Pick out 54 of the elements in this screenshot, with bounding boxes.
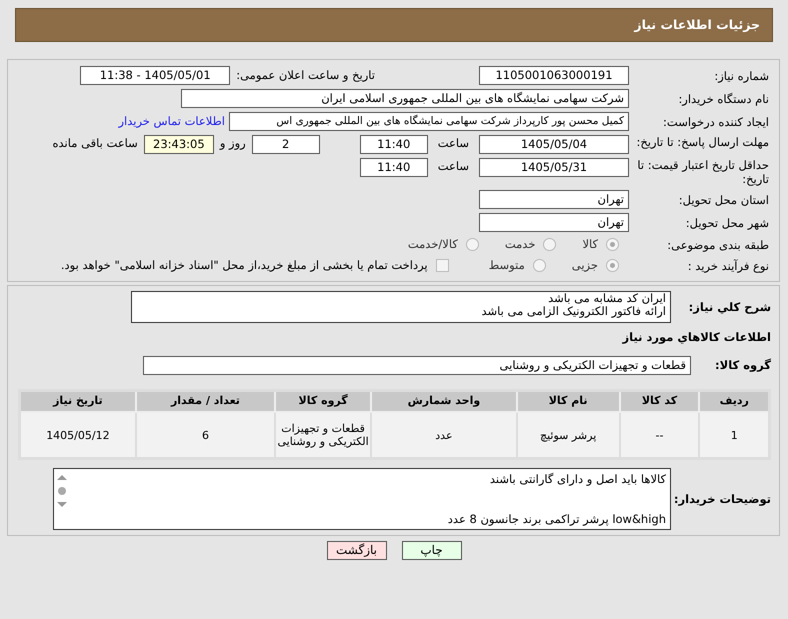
description-box[interactable]: ایران کد مشابه می باشد ارائه فاکتور الکترونیک الزامی می باشد [131,290,671,322]
text-field[interactable]: 1405/05/31 [479,158,629,177]
section-title: اطلاعات کالاهاي مورد نياز [621,328,771,346]
field-label: شرح کلي نياز: [688,300,771,314]
text-field[interactable]: تهران [479,213,629,232]
page-title: جزئیات اطلاعات نیاز [634,16,760,34]
notes-line: کالاها باید اصل و دارای گارانتی باشند [488,470,666,487]
field-label: متوسط [488,257,525,274]
field-label: شهر محل تحویل: [684,216,769,230]
notes-box[interactable]: کالاها باید اصل و دارای گارانتی باشند low&high پرشر تراکمی برند جانسون 8 عدد [53,468,671,530]
field-label: کالا [582,236,598,253]
text-field[interactable]: 1405/05/01 - 11:38 [80,66,230,85]
description-line: ارائه فاکتور الکترونیک الزامی می باشد [480,304,666,318]
field-label: استان محل تحویل: [678,192,769,206]
radio-button[interactable] [532,259,546,272]
contact-link[interactable]: اطلاعات تماس خریدار [118,112,225,130]
text-field[interactable]: 2 [252,135,320,154]
print-button[interactable]: چاپ [402,540,462,560]
back-button[interactable]: بازگشت [326,540,386,560]
text-field[interactable]: تهران [479,190,629,209]
field-label: گروه کالا: [714,358,771,372]
field-label: ایجاد کننده درخواست: [662,114,769,128]
radio-button[interactable] [543,238,556,252]
text-field[interactable]: کمیل محسن پور کارپرداز شرکت سهامی نمایشگاه های بین المللی جمهوری اس [229,112,629,131]
text-field[interactable]: 11:40 [360,158,428,177]
field-label: جزیی [572,257,598,274]
field-label: نوع فرآیند خرید : [686,258,769,273]
radio-button[interactable] [606,238,619,252]
field-label: حداقل تاریخ اعتبار قیمت: تا تاریخ: [636,158,769,186]
scrollbar-icon [57,474,67,507]
text-field[interactable]: شرکت سهامی نمایشگاه های بین المللی جمهوری اسلامی ایران [181,89,629,108]
field-label: ساعت باقی مانده [52,135,138,152]
field-label: شماره نیاز: [713,68,769,82]
radio-button[interactable] [606,259,619,272]
text-field[interactable]: 1105001063000191 [479,66,629,85]
text-field[interactable]: 11:40 [360,135,428,154]
field-label: تاریخ و ساعت اعلان عمومی: [236,66,375,84]
field-label: ساعت [438,135,469,152]
field-label: خدمت [504,236,536,253]
description-line: ایران کد مشابه می باشد [547,292,666,304]
field-label: طبقه بندی موضوعی: [666,238,769,252]
field-label: توضیحات خریدار: [672,492,771,506]
field-label: نام دستگاه خریدار: [677,92,769,106]
field-label: پرداخت تمام یا بخشی از مبلغ خرید،از محل "اسناد خزانه اسلامی" خواهد بود. [60,257,428,274]
text-field[interactable]: 23:43:05 [144,135,214,154]
text-field[interactable]: قطعات و تجهیزات الکتریکی و روشنایی [143,356,691,375]
text-field[interactable]: 1405/05/04 [479,135,629,154]
checkbox[interactable] [436,259,449,272]
notes-line: low&high پرشر تراکمی برند جانسون 8 عدد [446,510,666,527]
field-label: ساعت [438,158,469,175]
field-label: کالا/خدمت [408,236,458,253]
radio-button[interactable] [466,238,479,252]
field-label: روز و [220,135,246,152]
field-label: مهلت ارسال پاسخ: تا تاریخ: [635,135,769,149]
